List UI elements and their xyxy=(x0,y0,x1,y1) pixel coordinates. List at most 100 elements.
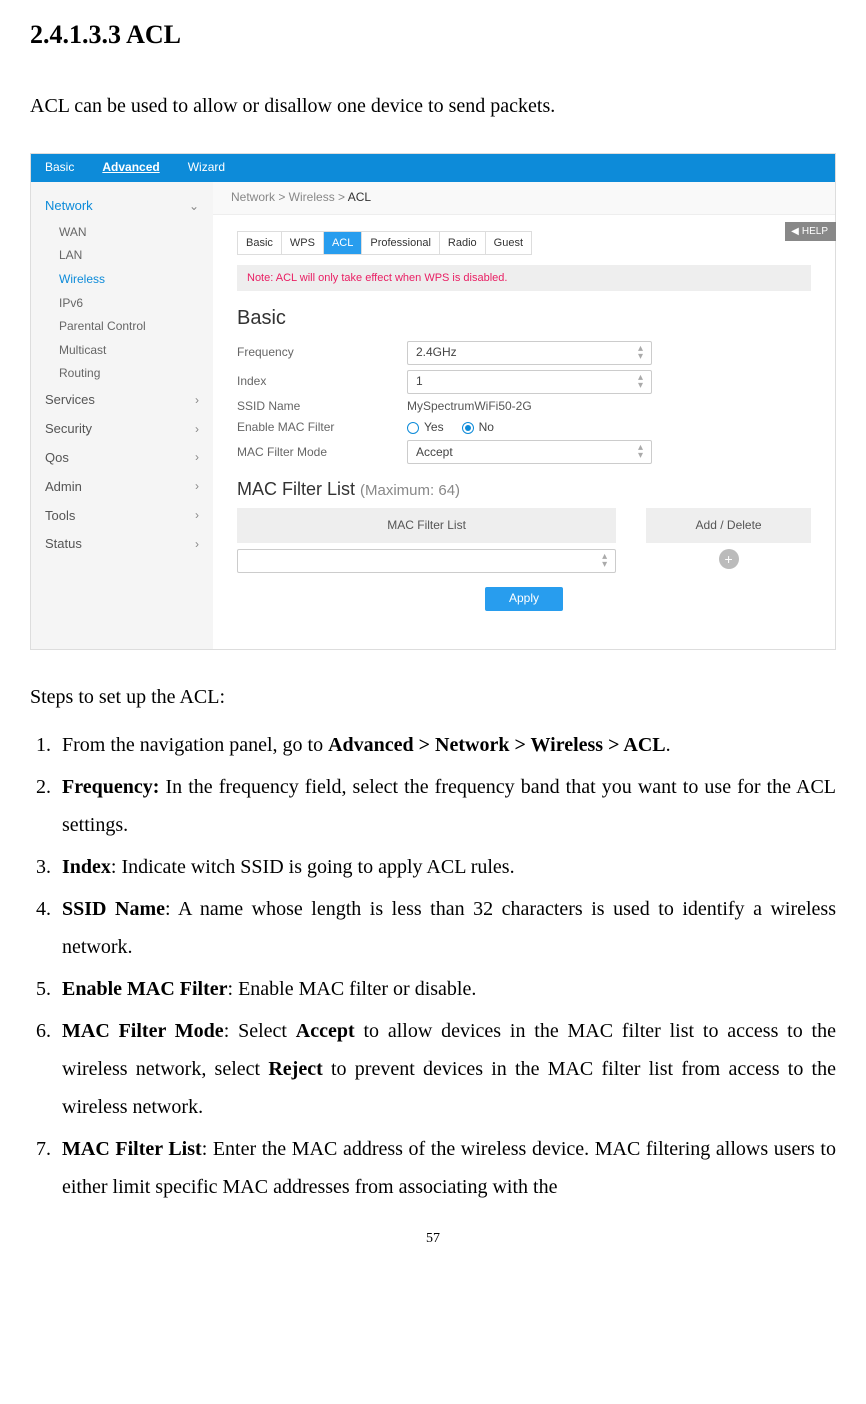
step-1-end: . xyxy=(666,734,671,756)
sidebar-qos-label: Qos xyxy=(45,450,69,467)
step-2-bold: Frequency: xyxy=(62,776,159,798)
step-5-text: : Enable MAC filter or disable. xyxy=(228,978,477,1000)
step-3: Index: Indicate witch SSID is going to a… xyxy=(56,848,836,886)
apply-button[interactable]: Apply xyxy=(485,587,563,611)
step-6-text1: : Select xyxy=(224,1020,296,1042)
step-1: From the navigation panel, go to Advance… xyxy=(56,726,836,764)
sidebar: Network ⌄ WAN LAN Wireless IPv6 Parental… xyxy=(31,182,213,649)
label-mac-mode: MAC Filter Mode xyxy=(237,445,407,461)
sidebar-parental[interactable]: Parental Control xyxy=(31,315,213,339)
mac-filter-title-suffix: (Maximum: 64) xyxy=(360,482,460,499)
chevron-right-icon: › xyxy=(195,393,199,409)
step-4: SSID Name: A name whose length is less t… xyxy=(56,890,836,966)
updown-icon: ▴▾ xyxy=(638,444,643,460)
sidebar-security-label: Security xyxy=(45,421,92,438)
add-button[interactable]: + xyxy=(719,549,739,569)
panel-title: Basic xyxy=(237,305,811,331)
router-ui-screenshot: Basic Advanced Wizard Network ⌄ WAN LAN … xyxy=(30,153,836,650)
radio-icon xyxy=(407,422,419,434)
label-frequency: Frequency xyxy=(237,345,407,361)
sidebar-wan[interactable]: WAN xyxy=(31,221,213,245)
sidebar-security[interactable]: Security › xyxy=(31,415,213,444)
radio-icon xyxy=(462,422,474,434)
section-heading: 2.4.1.3.3 ACL xyxy=(30,10,836,59)
sidebar-qos[interactable]: Qos› xyxy=(31,444,213,473)
step-1-bold: Advanced > Network > Wireless > ACL xyxy=(328,734,666,756)
sidebar-wireless[interactable]: Wireless xyxy=(31,268,213,292)
sidebar-routing[interactable]: Routing xyxy=(31,362,213,386)
step-5: Enable MAC Filter: Enable MAC filter or … xyxy=(56,970,836,1008)
step-4-text: : A name whose length is less than 32 ch… xyxy=(62,898,836,958)
breadcrumb-prefix: Network > Wireless > xyxy=(231,190,348,204)
sidebar-network-label: Network xyxy=(45,198,93,215)
mac-filter-col2: Add / Delete xyxy=(646,508,811,544)
step-6: MAC Filter Mode: Select Accept to allow … xyxy=(56,1012,836,1126)
step-5-bold: Enable MAC Filter xyxy=(62,978,228,1000)
radio-no-label: No xyxy=(479,420,494,436)
content-area: Network > Wireless > ACL ◀ HELP Basic WP… xyxy=(213,182,835,649)
ssid-value: MySpectrumWiFi50-2G xyxy=(407,399,532,415)
radio-no[interactable]: No xyxy=(462,420,494,436)
intro-paragraph: ACL can be used to allow or disallow one… xyxy=(30,87,836,125)
sidebar-lan[interactable]: LAN xyxy=(31,244,213,268)
updown-icon: ▴▾ xyxy=(602,553,607,569)
step-7: MAC Filter List: Enter the MAC address o… xyxy=(56,1130,836,1206)
top-tab-bar: Basic Advanced Wizard xyxy=(31,154,835,182)
label-ssid: SSID Name xyxy=(237,399,407,415)
chevron-down-icon: ⌄ xyxy=(189,199,199,215)
sidebar-status[interactable]: Status› xyxy=(31,530,213,559)
inner-tabs: Basic WPS ACL Professional Radio Guest xyxy=(237,231,532,255)
chevron-right-icon: › xyxy=(195,508,199,524)
select-mac-mode-value: Accept xyxy=(416,445,453,461)
tab-wizard[interactable]: Wizard xyxy=(188,160,225,176)
sidebar-services-label: Services xyxy=(45,392,95,409)
select-index[interactable]: 1 ▴▾ xyxy=(407,370,652,394)
step-6-bold2: Accept xyxy=(296,1020,355,1042)
select-frequency-value: 2.4GHz xyxy=(416,345,457,361)
updown-icon: ▴▾ xyxy=(638,345,643,361)
mac-filter-title: MAC Filter List (Maximum: 64) xyxy=(237,478,811,501)
step-3-bold: Index xyxy=(62,856,111,878)
itab-radio[interactable]: Radio xyxy=(440,232,486,254)
itab-professional[interactable]: Professional xyxy=(362,232,440,254)
step-3-text: : Indicate witch SSID is going to apply … xyxy=(111,856,515,878)
step-6-bold1: MAC Filter Mode xyxy=(62,1020,224,1042)
chevron-right-icon: › xyxy=(195,479,199,495)
sidebar-status-label: Status xyxy=(45,536,82,553)
step-7-bold: MAC Filter List xyxy=(62,1138,202,1160)
step-6-bold3: Reject xyxy=(268,1058,322,1080)
radio-yes-label: Yes xyxy=(424,420,444,436)
breadcrumb: Network > Wireless > ACL xyxy=(213,182,835,215)
sidebar-tools[interactable]: Tools › xyxy=(31,502,213,531)
note-bar: Note: ACL will only take effect when WPS… xyxy=(237,265,811,291)
step-2: Frequency: In the frequency field, selec… xyxy=(56,768,836,844)
steps-intro: Steps to set up the ACL: xyxy=(30,678,836,716)
breadcrumb-current: ACL xyxy=(348,190,371,204)
itab-guest[interactable]: Guest xyxy=(486,232,531,254)
updown-icon: ▴▾ xyxy=(638,374,643,390)
tab-basic[interactable]: Basic xyxy=(45,160,74,176)
sidebar-admin-label: Admin xyxy=(45,479,82,496)
sidebar-tools-label: Tools xyxy=(45,508,75,525)
sidebar-multicast[interactable]: Multicast xyxy=(31,339,213,363)
label-index: Index xyxy=(237,374,407,390)
step-2-text: In the frequency field, select the frequ… xyxy=(62,776,836,836)
itab-wps[interactable]: WPS xyxy=(282,232,324,254)
step-1-text: From the navigation panel, go to xyxy=(62,734,328,756)
label-enable-mac: Enable MAC Filter xyxy=(237,420,407,436)
itab-acl[interactable]: ACL xyxy=(324,232,362,254)
itab-basic[interactable]: Basic xyxy=(238,232,282,254)
step-4-bold: SSID Name xyxy=(62,898,165,920)
radio-yes[interactable]: Yes xyxy=(407,420,444,436)
tab-advanced[interactable]: Advanced xyxy=(102,160,159,176)
sidebar-admin[interactable]: Admin › xyxy=(31,473,213,502)
mac-filter-select[interactable]: ▴▾ xyxy=(237,549,616,573)
page-number: 57 xyxy=(30,1226,836,1253)
sidebar-network[interactable]: Network ⌄ xyxy=(31,192,213,221)
sidebar-ipv6[interactable]: IPv6 xyxy=(31,292,213,316)
chevron-right-icon: › xyxy=(195,422,199,438)
select-mac-mode[interactable]: Accept ▴▾ xyxy=(407,440,652,464)
select-index-value: 1 xyxy=(416,374,423,390)
select-frequency[interactable]: 2.4GHz ▴▾ xyxy=(407,341,652,365)
sidebar-services[interactable]: Services › xyxy=(31,386,213,415)
